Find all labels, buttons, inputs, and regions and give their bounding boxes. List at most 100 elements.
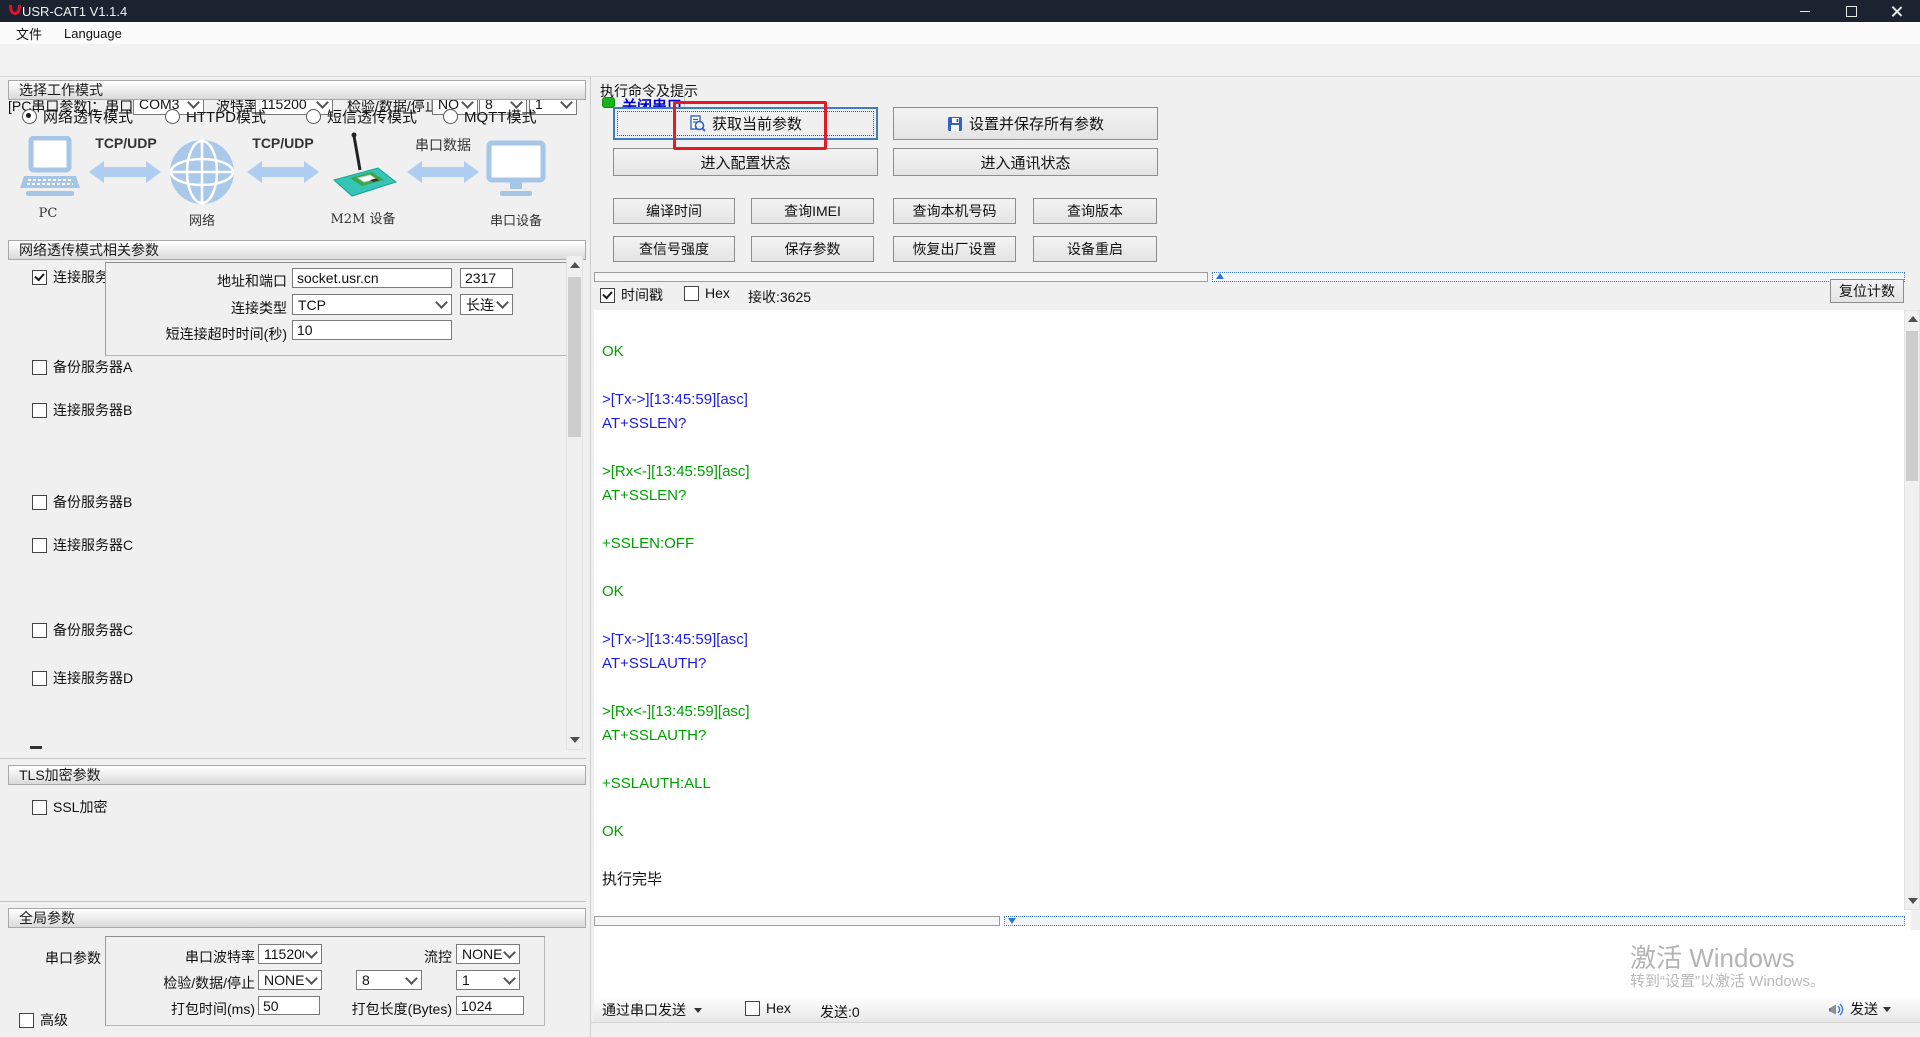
work-mode-option[interactable]: 网络透传模式 xyxy=(22,106,133,127)
log-line xyxy=(602,604,1911,628)
log-output[interactable]: OK >[Tx->][13:45:59][asc]AT+SSLEN? >[Rx<… xyxy=(594,310,1911,940)
command-button[interactable]: 查信号强度 xyxy=(613,236,735,262)
checkbox-icon[interactable] xyxy=(600,288,615,303)
menu-language[interactable]: Language xyxy=(58,24,128,43)
command-button[interactable]: 查询IMEI xyxy=(751,198,874,224)
advanced-checkbox-row[interactable]: 高级 xyxy=(19,1010,68,1030)
radio-icon[interactable] xyxy=(22,109,37,124)
enter-config-button[interactable]: 进入配置状态 xyxy=(613,148,878,176)
scroll-marker-icon xyxy=(1008,918,1016,924)
scrollbar-thumb[interactable] xyxy=(568,277,581,437)
conn-mode-select[interactable]: 长连接 xyxy=(460,294,513,315)
gp-packlen-input[interactable]: 1024 xyxy=(456,996,524,1015)
hex-recv-checkbox-row[interactable]: Hex xyxy=(684,285,730,301)
link-label-3: 串口数据 xyxy=(406,135,480,155)
log-hscrollbar-top[interactable] xyxy=(594,272,1905,282)
commands-title: 执行命令及提示 xyxy=(600,81,698,101)
checkbox-icon[interactable] xyxy=(32,800,47,815)
menu-file[interactable]: 文件 xyxy=(10,22,48,45)
gp-parity-select[interactable]: NONE xyxy=(258,970,322,990)
checkbox-icon[interactable] xyxy=(32,671,47,686)
send-hex-checkbox-row[interactable]: Hex xyxy=(745,1000,791,1016)
gp-packtime-input[interactable]: 50 xyxy=(258,996,320,1015)
radio-icon[interactable] xyxy=(165,109,180,124)
radio-icon[interactable] xyxy=(443,109,458,124)
work-mode-option-label: HTTPD模式 xyxy=(186,106,266,127)
log-line xyxy=(602,556,1911,580)
addr-port-label: 地址和端口 xyxy=(115,271,287,291)
chevron-down-icon xyxy=(435,296,448,309)
conn-type-select[interactable]: TCP xyxy=(292,294,452,315)
scroll-up-icon[interactable] xyxy=(1908,316,1918,322)
command-button[interactable]: 查询版本 xyxy=(1033,198,1157,224)
scroll-down-icon[interactable] xyxy=(1908,898,1918,904)
work-mode-option[interactable]: HTTPD模式 xyxy=(165,106,266,127)
floppy-disk-icon xyxy=(947,116,963,132)
maximize-button[interactable] xyxy=(1828,0,1874,22)
log-hscrollbar-bottom[interactable] xyxy=(594,916,1905,926)
radio-icon[interactable] xyxy=(306,109,321,124)
reset-count-button[interactable]: 复位计数 xyxy=(1830,279,1904,303)
arrow-left-icon xyxy=(88,158,162,191)
checkbox-icon[interactable] xyxy=(32,360,47,375)
checkbox-icon[interactable] xyxy=(745,1001,760,1016)
scroll-down-icon[interactable] xyxy=(570,737,580,743)
server-checkbox-row[interactable]: 连接服务器C xyxy=(32,535,133,555)
server-checkbox-row[interactable]: 连接服务器B xyxy=(32,400,132,420)
log-line: OK xyxy=(602,340,1911,364)
hscroll-thumb[interactable] xyxy=(594,272,1208,282)
checkbox-icon[interactable] xyxy=(32,403,47,418)
minimize-button[interactable] xyxy=(1782,0,1828,22)
log-vscrollbar[interactable] xyxy=(1904,310,1920,910)
gp-databits-select[interactable]: 8 xyxy=(356,970,422,990)
scrollbar-thumb[interactable] xyxy=(1906,331,1918,481)
arrow-middle-icon xyxy=(246,158,320,191)
checkbox-icon[interactable] xyxy=(32,623,47,638)
timestamp-checkbox-row[interactable]: 时间戳 xyxy=(600,285,663,305)
work-mode-option[interactable]: MQTT模式 xyxy=(443,106,537,127)
get-params-button[interactable]: 获取当前参数 xyxy=(613,107,878,140)
send-via-serial-dropdown[interactable]: 通过串口发送 xyxy=(602,1000,702,1020)
command-button[interactable]: 编译时间 xyxy=(613,198,735,224)
gp-flow-select[interactable]: NONE xyxy=(456,944,520,964)
enter-comm-button[interactable]: 进入通讯状态 xyxy=(893,148,1158,176)
hscroll-track-focus[interactable] xyxy=(1212,272,1905,282)
panel-divider xyxy=(590,77,591,1037)
scroll-up-icon[interactable] xyxy=(570,262,580,268)
set-save-params-button[interactable]: 设置并保存所有参数 xyxy=(893,107,1158,140)
command-button[interactable]: 保存参数 xyxy=(751,236,874,262)
server-checkbox-row[interactable]: 备份服务器B xyxy=(32,492,132,512)
send-button[interactable]: 发送 xyxy=(1828,999,1891,1019)
checkbox-icon[interactable] xyxy=(19,1013,34,1028)
checkbox-icon[interactable] xyxy=(32,538,47,553)
gp-flow-label: 流控 xyxy=(400,947,452,967)
log-line xyxy=(602,844,1911,868)
server-port-input[interactable]: 2317 xyxy=(460,268,513,288)
gp-baud-select[interactable]: 115200 xyxy=(258,944,322,964)
log-line xyxy=(602,748,1911,772)
server-address-input[interactable]: socket.usr.cn xyxy=(292,268,452,288)
arrow-right-icon xyxy=(406,158,480,191)
work-mode-option[interactable]: 短信透传模式 xyxy=(306,106,417,127)
server-checkbox-row[interactable]: 备份服务器A xyxy=(32,357,132,377)
ssl-checkbox-row[interactable]: SSL加密 xyxy=(32,797,107,817)
serial-toolbar: [PC串口参数]：串口号 COM3 波特率 115200 检验/数据/停止 NO… xyxy=(0,44,1920,77)
hscroll-thumb[interactable] xyxy=(594,916,1000,926)
checkbox-icon[interactable] xyxy=(684,286,699,301)
chevron-down-icon xyxy=(305,972,318,985)
checkbox-icon[interactable] xyxy=(32,495,47,510)
tls-group-header: TLS加密参数 xyxy=(8,765,586,785)
gp-stopbits-select[interactable]: 1 xyxy=(456,970,520,990)
server-checkbox-row[interactable]: 连接服务器D xyxy=(32,668,133,688)
left-panel-scrollbar[interactable] xyxy=(566,255,583,750)
command-button[interactable]: 查询本机号码 xyxy=(893,198,1016,224)
command-button[interactable]: 恢复出厂设置 xyxy=(893,236,1016,262)
log-line: AT+SSLEN? xyxy=(602,412,1911,436)
timeout-input[interactable]: 10 xyxy=(292,320,452,340)
command-button[interactable]: 设备重启 xyxy=(1033,236,1157,262)
hscroll-track-focus[interactable] xyxy=(1004,916,1905,926)
node-label-pc: PC xyxy=(28,206,68,221)
close-button[interactable] xyxy=(1874,0,1920,22)
checkbox-icon[interactable] xyxy=(32,270,47,285)
server-checkbox-row[interactable]: 备份服务器C xyxy=(32,620,133,640)
